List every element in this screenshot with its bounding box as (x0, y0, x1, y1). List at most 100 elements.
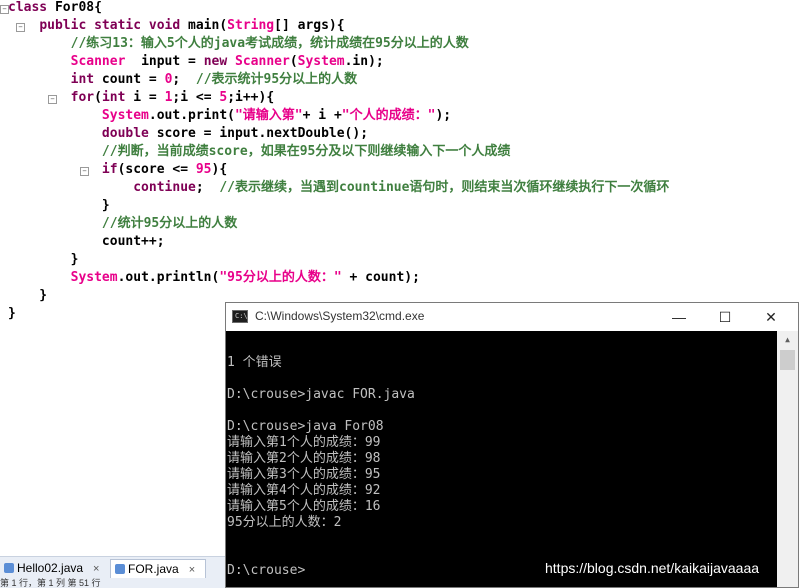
console-line: 请输入第5个人的成绩：16 (227, 499, 381, 514)
code-token: + count); (341, 270, 420, 285)
console-icon-text: C:\ (235, 312, 248, 320)
code-token: count++; (8, 234, 165, 249)
code-token: "个人的成绩：" (341, 108, 436, 123)
console-line: 请输入第3个人的成绩：95 (227, 467, 381, 482)
java-file-icon (4, 563, 14, 573)
code-token: 95 (195, 162, 212, 177)
window-title: C:\Windows\System32\cmd.exe (255, 309, 425, 323)
code-token: ( (289, 54, 298, 69)
code-token: For08{ (54, 0, 102, 15)
console-scrollbar[interactable]: ▲ (777, 331, 798, 587)
code-token: class (8, 0, 55, 15)
code-line[interactable]: } (8, 251, 79, 269)
tab-label: Hello02.java (17, 561, 84, 575)
code-token: double (101, 126, 149, 141)
code-token: int (101, 90, 126, 105)
console-line: D:\crouse> (227, 563, 306, 578)
code-token: System (70, 270, 118, 285)
code-token: (score <= (117, 162, 196, 177)
code-line[interactable]: //练习13：输入5个人的java考试成绩，统计成绩在95分以上的人数 (8, 35, 469, 53)
tab-for[interactable]: FOR.java × (110, 559, 207, 578)
code-line[interactable]: public static void main(String[] args){ (8, 17, 344, 35)
code-token: System (101, 108, 149, 123)
console-line: ^ (227, 331, 235, 339)
code-token: .in); (344, 54, 384, 69)
code-token: public static void (39, 18, 189, 33)
code-line[interactable]: System.out.print("请输入第"+ i +"个人的成绩："); (8, 107, 451, 125)
code-token: "95分以上的人数：" (219, 270, 342, 285)
code-token: if (101, 162, 118, 177)
code-token: continue (133, 180, 196, 195)
code-token: "请输入第" (234, 108, 303, 123)
code-line[interactable]: //判断，当前成绩score，如果在95分及以下则继续输入下一个人成绩 (8, 143, 510, 161)
code-line[interactable]: if(score <= 95){ (8, 161, 227, 179)
code-token: System (297, 54, 345, 69)
code-line[interactable]: System.out.println("95分以上的人数：" + count); (8, 269, 420, 287)
code-token: .out.println( (117, 270, 220, 285)
close-button[interactable]: ✕ (748, 303, 794, 331)
maximize-button[interactable]: ☐ (702, 303, 748, 331)
code-token: Scanner (70, 54, 126, 69)
code-line[interactable]: continue; //表示继续，当遇到countinue语句时，则结束当次循环… (8, 179, 669, 197)
code-token: } (8, 198, 110, 213)
code-token: score = input.nextDouble(); (148, 126, 369, 141)
code-token: } (8, 288, 48, 303)
code-token: i = (125, 90, 165, 105)
code-token: } (8, 306, 16, 321)
code-line[interactable]: count++; (8, 233, 165, 251)
code-line[interactable]: class For08{ (8, 0, 102, 17)
code-token: count = (94, 72, 165, 87)
tab-close-icon[interactable]: × (93, 563, 99, 575)
code-token: ){ (211, 162, 228, 177)
code-token: int (70, 72, 95, 87)
tab-close-icon[interactable]: × (189, 564, 195, 576)
code-token: String (227, 18, 275, 33)
code-line[interactable]: } (8, 287, 47, 305)
watermark: https://blog.csdn.net/kaikaijavaaaa (545, 560, 760, 576)
code-line[interactable]: } (8, 305, 16, 323)
cmd-titlebar[interactable]: C:\ C:\Windows\System32\cmd.exe — ☐ ✕ (226, 303, 798, 331)
scroll-thumb[interactable] (780, 350, 795, 370)
console-line: 请输入第2个人的成绩：98 (227, 451, 381, 466)
minimize-button[interactable]: — (656, 303, 702, 331)
scroll-up-icon[interactable]: ▲ (777, 331, 798, 348)
code-line[interactable]: int count = 0; //表示统计95分以上的人数 (8, 71, 358, 89)
code-line[interactable]: Scanner input = new Scanner(System.in); (8, 53, 384, 71)
status-text: 第 1 行，第 1 列 第 51 行 (0, 578, 101, 588)
code-token: ;i <= (172, 90, 220, 105)
code-token: .out.print( (148, 108, 235, 123)
code-token: //表示继续，当遇到countinue语句时，则结束当次循环继续执行下一次循环 (219, 180, 670, 195)
code-token: ;i++){ (227, 90, 275, 105)
console-line: 95分以上的人数：2 (227, 515, 342, 530)
code-line[interactable]: for(int i = 1;i <= 5;i++){ (8, 89, 275, 107)
code-token: for (70, 90, 95, 105)
code-token: new (203, 54, 236, 69)
code-token: ; (172, 72, 196, 87)
console-output[interactable]: ^ 1 个错误 D:\crouse>javac FOR.java D:\crouse>… (226, 331, 777, 587)
code-token: ); (435, 108, 452, 123)
code-token: } (8, 252, 79, 267)
code-token: + i + (302, 108, 342, 123)
code-line[interactable]: } (8, 197, 110, 215)
code-line[interactable]: //统计95分以上的人数 (8, 215, 237, 233)
console-line: 请输入第4个人的成绩：92 (227, 483, 381, 498)
code-token: ( (94, 90, 102, 105)
console-line: 请输入第1个人的成绩：99 (227, 435, 381, 450)
cmd-window[interactable]: C:\ C:\Windows\System32\cmd.exe — ☐ ✕ ^ 1… (225, 302, 799, 588)
tab-hello02[interactable]: Hello02.java × (0, 559, 109, 577)
code-token: //表示统计95分以上的人数 (195, 72, 358, 87)
code-token: input = (125, 54, 204, 69)
code-token: main( (188, 18, 228, 33)
code-line[interactable]: double score = input.nextDouble(); (8, 125, 368, 143)
